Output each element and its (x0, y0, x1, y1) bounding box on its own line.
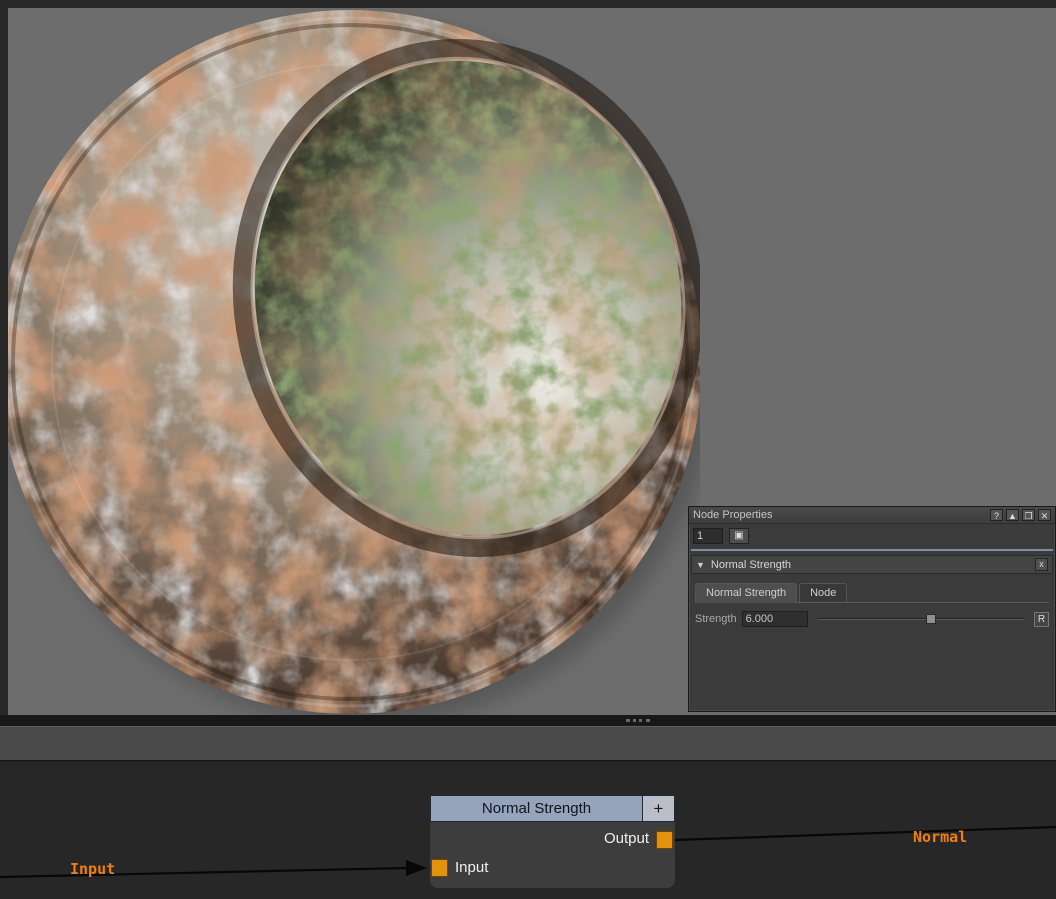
float-window-icon[interactable]: ❐ (1022, 509, 1035, 521)
properties-content: Strength R (689, 603, 1055, 635)
node-body[interactable]: Output Input (430, 822, 675, 888)
strength-slider-handle[interactable] (926, 614, 936, 624)
close-icon[interactable]: ✕ (1038, 509, 1051, 521)
section-title: Normal Strength (711, 559, 791, 571)
input-port-label: Input (455, 859, 488, 876)
node-properties-panel: Node Properties ? ▲ ❐ ✕ ▣ ▼ Normal Stren… (688, 506, 1056, 712)
strength-value-field[interactable] (742, 611, 808, 627)
viewport-top-border (0, 0, 1056, 8)
pin-icon[interactable]: ▲ (1006, 509, 1019, 521)
collapse-triangle-icon[interactable]: ▼ (696, 560, 705, 570)
pane-splitter[interactable] (0, 715, 1056, 726)
properties-count-field[interactable] (693, 528, 723, 544)
node-header[interactable]: Normal Strength + (430, 795, 675, 822)
pin-properties-button[interactable]: ▣ (729, 528, 749, 544)
viewport-left-border (0, 0, 8, 715)
reset-button[interactable]: R (1034, 612, 1049, 627)
output-port-label: Output (604, 830, 649, 847)
wire-label-input: Input (70, 860, 115, 878)
strength-label: Strength (695, 613, 737, 625)
nodegraph-toolbar (0, 726, 1056, 761)
panel-title: Node Properties (693, 509, 773, 521)
node-title[interactable]: Normal Strength (430, 795, 643, 822)
application-window: Node Properties ? ▲ ❐ ✕ ▣ ▼ Normal Stren… (0, 0, 1056, 899)
add-node-button[interactable]: + (643, 795, 675, 822)
remove-section-button[interactable]: x (1035, 558, 1048, 571)
properties-tabbar: Normal Strength Node (695, 582, 1049, 603)
tab-normal-strength[interactable]: Normal Strength (695, 583, 797, 603)
tab-node[interactable]: Node (799, 583, 847, 602)
help-icon[interactable]: ? (990, 509, 1003, 521)
node-section-header[interactable]: ▼ Normal Strength x (691, 555, 1053, 574)
material-preview-sphere (0, 0, 700, 716)
splitter-grip[interactable] (626, 719, 650, 722)
normal-strength-node[interactable]: Normal Strength + Output Input (430, 795, 675, 888)
viewport-3d[interactable]: Node Properties ? ▲ ❐ ✕ ▣ ▼ Normal Stren… (0, 0, 1056, 715)
slider-track (818, 618, 1024, 620)
strength-slider[interactable] (818, 611, 1024, 627)
panel-separator (691, 549, 1053, 551)
wire-label-normal: Normal (913, 828, 967, 846)
input-port[interactable] (431, 859, 448, 877)
output-port[interactable] (656, 831, 673, 849)
node-properties-titlebar[interactable]: Node Properties ? ▲ ❐ ✕ (689, 507, 1055, 524)
